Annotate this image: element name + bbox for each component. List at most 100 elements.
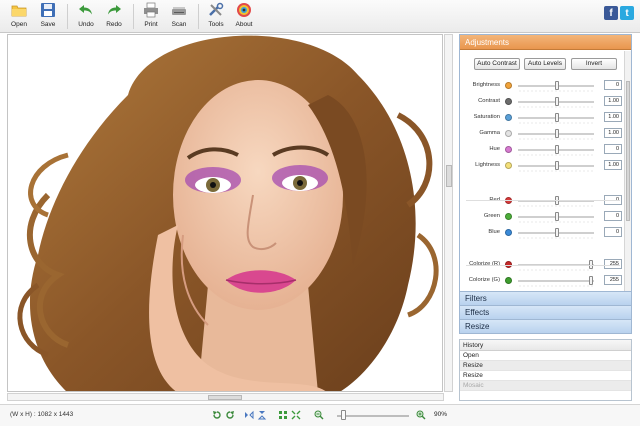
flip-horizontal-icon[interactable] [244, 410, 254, 420]
twitter-icon[interactable]: t [620, 6, 634, 20]
slider-label: Saturation [473, 114, 500, 120]
adjustments-body: Auto Contrast Auto Levels Invert Brightn… [460, 51, 624, 291]
slider-value-input[interactable]: 255 [604, 275, 622, 285]
slider-label: Lightness [475, 162, 500, 168]
actual-size-icon[interactable] [291, 410, 301, 420]
slider-thumb[interactable] [555, 97, 560, 106]
horizontal-scroll-thumb[interactable] [208, 395, 242, 400]
open-button[interactable]: Open [6, 2, 32, 32]
open-label: Open [11, 21, 27, 28]
slider-thumb[interactable] [555, 228, 560, 237]
folder-icon [11, 5, 27, 17]
slider-row-saturation: Saturation 1.00 [460, 112, 624, 126]
rotate-right-icon[interactable] [225, 410, 235, 420]
rotate-left-icon[interactable] [212, 410, 222, 420]
canvas-horizontal-scrollbar[interactable] [7, 393, 444, 401]
section-divider [466, 200, 620, 201]
scan-button[interactable]: Scan [166, 2, 192, 32]
slider-label: Colorize (G) [468, 277, 500, 283]
slider-row-contrast: Contrast 1.00 [460, 96, 624, 110]
slider-value-input[interactable]: 1.00 [604, 128, 622, 138]
flip-vertical-icon[interactable] [257, 410, 267, 420]
gamma-icon [505, 130, 512, 137]
history-header: History [460, 340, 631, 351]
slider-label: Hue [489, 146, 500, 152]
undo-arrow-icon [79, 5, 92, 15]
slider-thumb[interactable] [555, 129, 560, 138]
slider-ticks [518, 154, 594, 156]
slider-thumb[interactable] [588, 276, 593, 285]
slider-track[interactable] [518, 280, 594, 282]
history-panel: History Open Resize Resize Mosaic [459, 339, 632, 401]
resize-section[interactable]: Resize [460, 319, 631, 333]
slider-value-input[interactable]: 0 [604, 211, 622, 221]
blue-icon [505, 229, 512, 236]
adjustments-scrollbar[interactable] [624, 51, 631, 291]
slider-row-hue: Hue 0 [460, 144, 624, 158]
slider-value-input[interactable]: 1.00 [604, 112, 622, 122]
slider-value-input[interactable]: 1.00 [604, 96, 622, 106]
slider-value-input[interactable]: 255 [604, 259, 622, 269]
history-item[interactable]: Resize [460, 361, 631, 371]
zoom-slider-track[interactable] [337, 415, 409, 417]
filters-section[interactable]: Filters [460, 291, 631, 305]
auto-contrast-button[interactable]: Auto Contrast [474, 58, 520, 70]
undo-label: Undo [78, 21, 94, 28]
slider-ticks [518, 269, 594, 271]
auto-levels-button[interactable]: Auto Levels [524, 58, 566, 70]
slider-ticks [518, 170, 594, 172]
about-button[interactable]: About [231, 2, 257, 32]
print-button[interactable]: Print [138, 2, 164, 32]
history-item[interactable]: Resize [460, 371, 631, 381]
slider-value-input[interactable]: 1.00 [604, 160, 622, 170]
redo-button[interactable]: Redo [101, 2, 127, 32]
invert-button[interactable]: Invert [571, 58, 617, 70]
green-icon [505, 213, 512, 220]
history-item[interactable]: Mosaic [460, 381, 631, 391]
slider-value-input[interactable]: 0 [604, 144, 622, 154]
save-button[interactable]: Save [35, 2, 61, 32]
toolbar-separator [67, 4, 68, 29]
slider-thumb[interactable] [555, 81, 560, 90]
vertical-scroll-thumb[interactable] [446, 165, 452, 187]
tools-button[interactable]: Tools [203, 2, 229, 32]
slider-row-blue: Blue 0 [460, 227, 624, 241]
adjustments-header[interactable]: Adjustments [460, 35, 631, 50]
contrast-icon [505, 98, 512, 105]
history-item[interactable]: Open [460, 351, 631, 361]
undo-button[interactable]: Undo [73, 2, 99, 32]
zoom-out-icon[interactable] [314, 410, 324, 420]
slider-thumb[interactable] [555, 113, 560, 122]
image-canvas[interactable] [7, 34, 443, 392]
floppy-icon [41, 3, 55, 17]
slider-ticks [518, 106, 594, 108]
facebook-icon[interactable]: f [604, 6, 618, 20]
slider-value-input[interactable]: 0 [604, 80, 622, 90]
portrait-photo [8, 35, 442, 391]
slider-ticks [518, 122, 594, 124]
slider-thumb[interactable] [555, 145, 560, 154]
tools-label: Tools [208, 21, 224, 28]
zoom-slider-thumb[interactable] [341, 410, 346, 420]
redo-label: Redo [106, 21, 122, 28]
zoom-in-icon[interactable] [416, 410, 426, 420]
slider-label: Colorize (R) [469, 261, 500, 267]
brightness-icon [505, 82, 512, 89]
slider-thumb[interactable] [555, 161, 560, 170]
fit-to-window-icon[interactable] [278, 410, 288, 420]
slider-ticks [518, 221, 594, 223]
slider-row-red: Red0 [460, 195, 624, 209]
status-bar: (W x H) : 1082 x 1443 90% [0, 404, 640, 426]
about-label: About [235, 21, 253, 28]
canvas-vertical-scrollbar[interactable] [444, 34, 453, 392]
slider-row-green: Green 0 [460, 211, 624, 225]
slider-thumb[interactable] [555, 212, 560, 221]
adjustments-scroll-thumb[interactable] [626, 81, 630, 221]
toolbar-separator [198, 4, 199, 29]
colorize-g-icon [505, 277, 512, 284]
toolbar: Open Save Undo Redo Print Scan Tools Abo… [0, 0, 640, 33]
effects-section[interactable]: Effects [460, 305, 631, 319]
slider-value-input[interactable]: 0 [604, 227, 622, 237]
slider-row-gamma: Gamma 1.00 [460, 128, 624, 142]
slider-row-colorize-g: Colorize (G) 255 [460, 275, 624, 289]
